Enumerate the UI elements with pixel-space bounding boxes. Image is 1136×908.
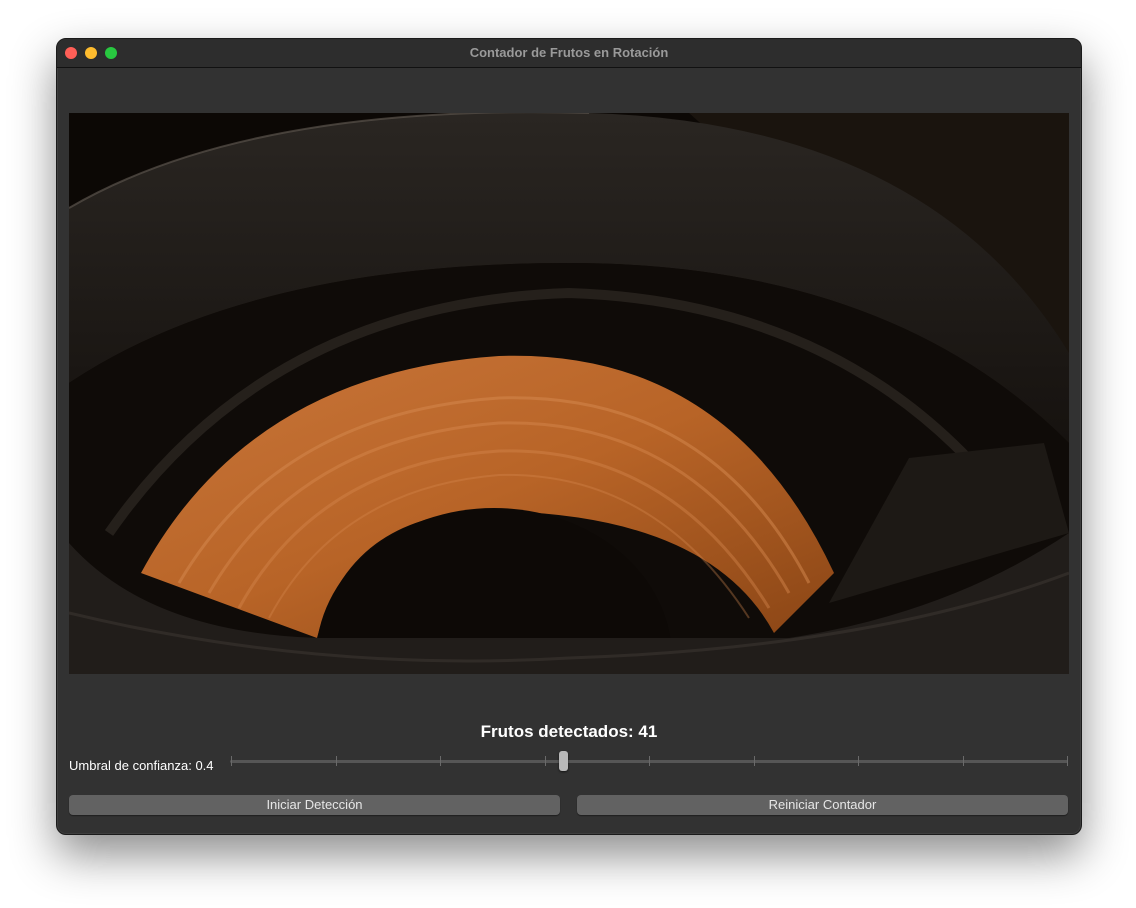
slider-tick: [962, 756, 964, 766]
camera-feed: [69, 113, 1069, 674]
slider-tick: [231, 756, 232, 766]
slider-thumb[interactable]: [559, 751, 569, 771]
slider-tick: [440, 756, 441, 766]
fruit-count-label: Frutos detectados: 41: [480, 722, 658, 741]
slider-tick: [544, 756, 546, 766]
window-title: Contador de Frutos en Rotación: [469, 45, 669, 60]
slider-tick: [649, 756, 650, 766]
slider-tick: [753, 756, 755, 766]
reset-counter-button[interactable]: Reiniciar Contador: [577, 795, 1068, 815]
app-window: Contador de Frutos en Rotación Frutos de…: [56, 38, 1082, 835]
threshold-slider[interactable]: [230, 751, 1068, 771]
start-detection-button[interactable]: Iniciar Detección: [69, 795, 560, 815]
slider-tick: [1067, 756, 1068, 766]
title-bar[interactable]: Contador de Frutos en Rotación: [57, 39, 1081, 68]
slider-tick: [335, 756, 337, 766]
threshold-label: Umbral de confianza: 0.4: [69, 758, 214, 773]
slider-tick: [858, 756, 859, 766]
camera-frame-image: [69, 113, 1069, 674]
